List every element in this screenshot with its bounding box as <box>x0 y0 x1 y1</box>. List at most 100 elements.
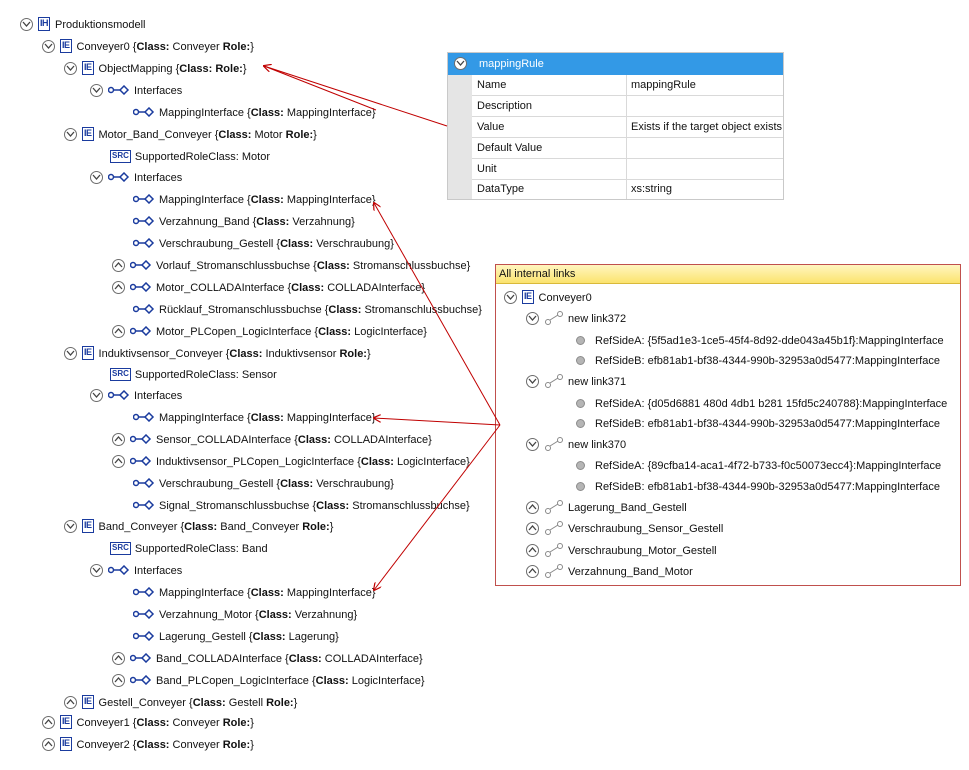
tree-node-interface[interactable]: MappingInterface {Class: MappingInterfac… <box>133 584 376 602</box>
chevron-up-icon[interactable] <box>112 673 125 687</box>
tree-node-interface[interactable]: MappingInterface {Class: MappingInterfac… <box>133 104 376 122</box>
link-ref-side[interactable]: RefSideB: efb81ab1-bf38-4344-990b-32953a… <box>576 478 940 496</box>
chevron-down-icon[interactable] <box>526 311 539 325</box>
chevron-down-icon[interactable] <box>90 388 103 402</box>
node-label: Interfaces <box>134 85 183 97</box>
chevron-down-icon[interactable] <box>526 374 539 388</box>
chevron-down-icon[interactable] <box>20 17 33 31</box>
tree-node-motor-band-conveyer[interactable]: IE Motor_Band_Conveyer {Class: Motor Role… <box>64 126 317 144</box>
chevron-up-icon[interactable] <box>526 500 539 514</box>
tree-node-interfaces[interactable]: Interfaces <box>90 169 182 187</box>
chevron-down-icon[interactable] <box>90 563 103 577</box>
link-ref-side[interactable]: RefSideA: {89cfba14-aca1-4f72-b733-f0c50… <box>576 457 941 475</box>
link-ref-side[interactable]: RefSideB: efb81ab1-bf38-4344-990b-32953a… <box>576 352 940 370</box>
link-node[interactable]: Verschraubung_Motor_Gestell <box>526 542 717 560</box>
chevron-up-icon[interactable] <box>112 651 125 665</box>
chevron-down-icon[interactable] <box>64 127 77 141</box>
tree-node-interface[interactable]: Band_PLCopen_LogicInterface {Class: Logi… <box>112 672 425 690</box>
link-ref-side[interactable]: RefSideA: {d05d6881 480d 4db1 b281 15fd5… <box>576 395 947 413</box>
chevron-up-icon[interactable] <box>42 737 55 751</box>
tree-node-interface[interactable]: Verzahnung_Motor {Class: Verzahnung} <box>133 606 357 624</box>
tree-node-interface[interactable]: Verschraubung_Gestell {Class: Verschraub… <box>133 235 394 253</box>
tree-node-interface[interactable]: Motor_PLCopen_LogicInterface {Class: Log… <box>112 323 427 341</box>
tree-node-interface[interactable]: Sensor_COLLADAInterface {Class: COLLADAI… <box>112 431 432 449</box>
role-label: Role: <box>215 63 243 75</box>
tree-node-conveyer2[interactable]: IE Conveyer2 {Class: Conveyer Role:} <box>42 736 254 754</box>
node-label: Conveyer2 <box>76 739 130 751</box>
tree-node-induktivsensor-conveyer[interactable]: IE Induktivsensor_Conveyer {Class: Indukt… <box>64 345 371 363</box>
link-ref-side[interactable]: RefSideB: efb81ab1-bf38-4344-990b-32953a… <box>576 415 940 433</box>
tree-node-interface[interactable]: Band_COLLADAInterface {Class: COLLADAInt… <box>112 650 423 668</box>
chevron-up-icon[interactable] <box>112 280 125 294</box>
property-row[interactable]: Name mappingRule <box>472 75 783 96</box>
tree-node-interface[interactable]: Induktivsensor_PLCopen_LogicInterface {C… <box>112 453 470 471</box>
tree-node-interfaces[interactable]: Interfaces <box>90 82 182 100</box>
chevron-up-icon[interactable] <box>112 454 125 468</box>
tree-node-interface[interactable]: MappingInterface {Class: MappingInterfac… <box>133 191 376 209</box>
interface-icon <box>130 653 152 664</box>
property-row[interactable]: DataType xs:string <box>472 179 783 199</box>
tree-node-interface[interactable]: Verzahnung_Band {Class: Verzahnung} <box>133 213 355 231</box>
chevron-down-icon[interactable] <box>454 57 467 70</box>
chevron-down-icon[interactable] <box>504 290 517 304</box>
class-value: Verzahnung <box>294 609 354 621</box>
link-ref-side[interactable]: RefSideA: {5f5ad1e3-1ce5-45f4-8d92-dde04… <box>576 332 944 350</box>
tree-node-conveyer1[interactable]: IE Conveyer1 {Class: Conveyer Role:} <box>42 714 254 732</box>
chevron-up-icon[interactable] <box>112 258 125 272</box>
link-node[interactable]: new link372 <box>526 310 626 328</box>
tree-node-root[interactable]: IH Produktionsmodell <box>20 16 146 34</box>
property-row[interactable]: Description <box>472 96 783 117</box>
tree-node-interface[interactable]: Vorlauf_Stromanschlussbuchse {Class: Str… <box>112 257 470 275</box>
tree-node-supported-role[interactable]: SRC SupportedRoleClass: Motor <box>110 148 270 166</box>
chevron-up-icon[interactable] <box>112 324 125 338</box>
tree-node-gestell-conveyer[interactable]: IE Gestell_Conveyer {Class: Gestell Role:… <box>64 694 297 712</box>
property-row[interactable]: Unit <box>472 159 783 180</box>
property-value[interactable]: xs:string <box>631 179 672 199</box>
property-value[interactable]: mappingRule <box>631 75 696 95</box>
tree-node-supported-role[interactable]: SRC SupportedRoleClass: Sensor <box>110 366 277 384</box>
chevron-down-icon[interactable] <box>64 346 77 360</box>
tree-node-supported-role[interactable]: SRC SupportedRoleClass: Band <box>110 540 268 558</box>
chevron-up-icon[interactable] <box>64 695 77 709</box>
tree-node-conveyer0[interactable]: IE Conveyer0 {Class: Conveyer Role:} <box>42 38 254 56</box>
tree-node-object-mapping[interactable]: IE ObjectMapping {Class: Role:} <box>64 60 247 78</box>
property-row[interactable]: Default Value <box>472 138 783 159</box>
tree-node-band-conveyer[interactable]: IE Band_Conveyer {Class: Band_Conveyer Ro… <box>64 518 333 536</box>
chevron-up-icon[interactable] <box>526 521 539 535</box>
tree-node-interface[interactable]: MappingInterface {Class: MappingInterfac… <box>133 409 376 427</box>
node-label: SupportedRoleClass: Motor <box>134 151 271 163</box>
link-node[interactable]: new link370 <box>526 436 626 454</box>
ref-side-icon <box>576 481 585 491</box>
chevron-down-icon[interactable] <box>90 170 103 184</box>
chevron-up-icon[interactable] <box>526 543 539 557</box>
link-node[interactable]: new link371 <box>526 373 626 391</box>
property-value[interactable]: Exists if the target object exists <box>631 117 782 137</box>
link-tree-root[interactable]: IE Conveyer0 <box>504 289 592 307</box>
tree-node-interfaces[interactable]: Interfaces <box>90 562 182 580</box>
property-row[interactable]: Value Exists if the target object exists <box>472 117 783 138</box>
chevron-up-icon[interactable] <box>526 564 539 578</box>
link-node[interactable]: Lagerung_Band_Gestell <box>526 499 687 517</box>
chevron-down-icon[interactable] <box>90 83 103 97</box>
tree-node-interface[interactable]: Signal_Stromanschlussbuchse {Class: Stro… <box>133 497 470 515</box>
chevron-down-icon[interactable] <box>64 61 77 75</box>
node-label: ObjectMapping <box>98 63 173 75</box>
chevron-up-icon[interactable] <box>42 715 55 729</box>
chevron-up-icon[interactable] <box>112 432 125 446</box>
link-node[interactable]: Verschraubung_Sensor_Gestell <box>526 520 723 538</box>
class-value: Verzahnung <box>292 216 352 228</box>
tree-node-interface[interactable]: Verschraubung_Gestell {Class: Verschraub… <box>133 475 394 493</box>
tree-node-interface[interactable]: Lagerung_Gestell {Class: Lagerung} <box>133 628 339 646</box>
tree-node-interface[interactable]: Motor_COLLADAInterface {Class: COLLADAIn… <box>112 279 425 297</box>
interface-icon <box>130 434 152 445</box>
class-value: Verschraubung <box>316 238 391 250</box>
chevron-down-icon[interactable] <box>42 39 55 53</box>
chevron-down-icon[interactable] <box>64 519 77 533</box>
link-node[interactable]: Verzahnung_Band_Motor <box>526 563 693 581</box>
chevron-down-icon[interactable] <box>526 437 539 451</box>
node-label: Induktivsensor_Conveyer <box>98 348 223 360</box>
tree-node-interface[interactable]: Rücklauf_Stromanschlussbuchse {Class: St… <box>133 301 482 319</box>
property-group-header[interactable]: mappingRule <box>448 53 783 75</box>
node-label: new link372 <box>568 313 627 325</box>
tree-node-interfaces[interactable]: Interfaces <box>90 387 182 405</box>
